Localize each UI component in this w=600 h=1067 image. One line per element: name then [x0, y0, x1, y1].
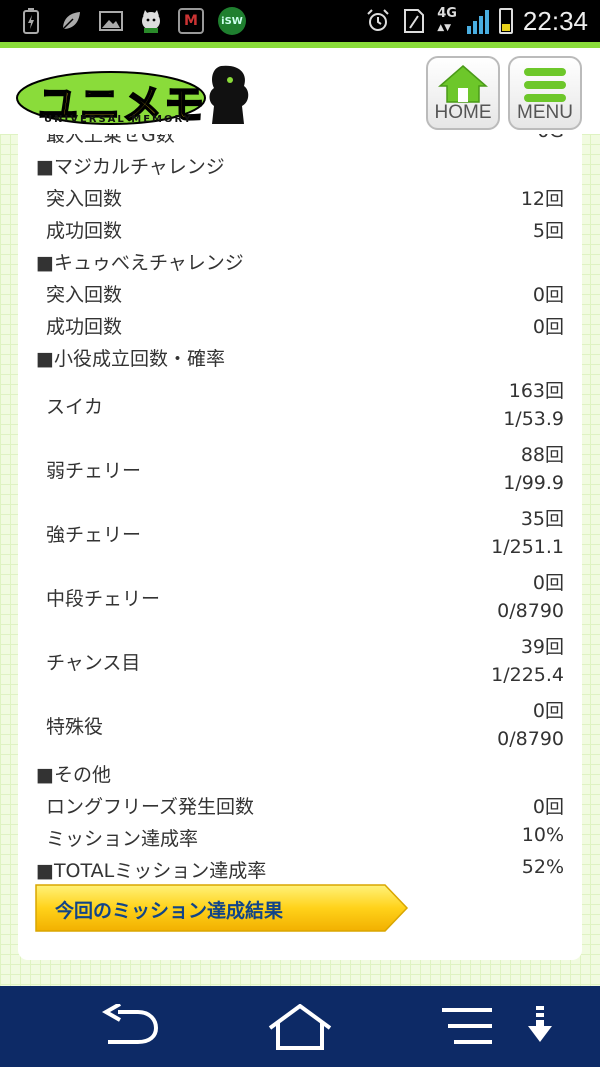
stats-list: 最大上乗せG数 0G ■マジカルチャレンジ 突入回数 12回 成功回数 5回 ■…: [18, 134, 582, 884]
android-nav-bar: [0, 986, 600, 1067]
mission-rate-label: ミッション達成率: [46, 828, 199, 850]
kyubey-entry-value: 0回: [532, 284, 564, 306]
section-header: ■小役成立回数・確率: [18, 340, 582, 372]
leaf-icon: [58, 8, 84, 34]
koyaku-count: 39回: [520, 636, 564, 658]
section-header: ■キュゥべえチャレンジ: [18, 244, 582, 276]
koyaku-label: チャンス目: [46, 652, 141, 674]
koyaku-probability: 1/225.4: [491, 664, 564, 686]
koyaku-probability: 1/251.1: [491, 536, 564, 558]
koyaku-probability: 0/8790: [497, 600, 564, 622]
list-item: 特殊役 0回 0/8790: [18, 692, 582, 756]
section-header: ■その他: [18, 756, 582, 788]
koyaku-probability: 1/53.9: [503, 408, 564, 430]
image-icon: [98, 8, 124, 34]
koyaku-count: 163回: [508, 380, 564, 402]
menu-button[interactable]: MENU: [508, 56, 582, 130]
menu-icon: [524, 68, 566, 102]
list-item: 成功回数 5回: [18, 212, 582, 244]
kyubey-success-value: 0回: [532, 316, 564, 338]
koyaku-count: 35回: [520, 508, 564, 530]
content-area: 最大上乗せG数 0G ■マジカルチャレンジ 突入回数 12回 成功回数 5回 ■…: [0, 134, 600, 986]
list-item: 突入回数 12回: [18, 180, 582, 212]
list-item: ロングフリーズ発生回数 0回: [18, 788, 582, 820]
koyaku-count: 0回: [532, 700, 564, 722]
mcafee-icon: M: [178, 8, 204, 34]
freeze-label: ロングフリーズ発生回数: [46, 796, 255, 818]
other-title: ■その他: [36, 764, 111, 786]
list-item: スイカ 163回 1/53.9: [18, 372, 582, 436]
isw-icon: iSW: [218, 7, 246, 35]
sim-icon: [401, 8, 427, 34]
stats-card: 最大上乗せG数 0G ■マジカルチャレンジ 突入回数 12回 成功回数 5回 ■…: [18, 134, 582, 960]
alarm-icon: [365, 8, 391, 34]
section-header: ■マジカルチャレンジ: [18, 148, 582, 180]
koyaku-label: 中段チェリー: [46, 588, 161, 610]
magical-success-value: 5回: [532, 220, 564, 242]
magical-entry-value: 12回: [520, 188, 564, 210]
battery-charging-icon: [18, 8, 44, 34]
status-bar: M iSW 4G ▲▼ 22:34: [0, 0, 600, 42]
home-icon: [438, 65, 488, 103]
home-label: HOME: [434, 102, 492, 123]
koyaku-probability: 0/8790: [497, 728, 564, 750]
max-bonus-label: 最大上乗せG数: [46, 134, 175, 146]
koyaku-label: スイカ: [46, 396, 104, 418]
list-item: ミッション達成率 10%: [18, 820, 582, 852]
kyubey-entry-label: 突入回数: [46, 284, 123, 306]
battery-icon: [498, 8, 513, 34]
list-item: 成功回数 0回: [18, 308, 582, 340]
home-button[interactable]: HOME: [426, 56, 500, 130]
logo-subtitle: UNIVERSAL MEMORY: [44, 114, 193, 125]
total-mission-value: 52%: [521, 856, 564, 878]
list-item: 強チェリー 35回 1/251.1: [18, 500, 582, 564]
network-type: 4G ▲▼: [437, 6, 457, 33]
unimemo-logo[interactable]: ユニメモ UNIVERSAL MEMORY: [16, 58, 256, 129]
list-item: 突入回数 0回: [18, 276, 582, 308]
kyubey-challenge-title: ■キュゥべえチャレンジ: [36, 252, 244, 274]
koyaku-label: 特殊役: [46, 716, 104, 738]
signal-icon: [466, 8, 489, 34]
total-mission-label: ■TOTALミッション達成率: [36, 860, 267, 882]
back-icon[interactable]: [98, 1004, 162, 1048]
koyaku-title: ■小役成立回数・確率: [36, 348, 225, 370]
home-icon[interactable]: [266, 1004, 334, 1050]
dog-icon: [138, 8, 164, 34]
kyubey-success-label: 成功回数: [46, 316, 123, 338]
download-icon[interactable]: [526, 1004, 554, 1048]
list-item: 中段チェリー 0回 0/8790: [18, 564, 582, 628]
menu-label: MENU: [517, 102, 573, 123]
list-item: ■TOTALミッション達成率 52%: [18, 852, 582, 884]
list-item: 弱チェリー 88回 1/99.9: [18, 436, 582, 500]
koyaku-count: 0回: [532, 572, 564, 594]
clock: 22:34: [522, 5, 588, 36]
koyaku-count: 88回: [520, 444, 564, 466]
mission-result-label: 今回のミッション達成結果: [55, 900, 284, 922]
koyaku-label: 弱チェリー: [46, 460, 142, 482]
magical-challenge-title: ■マジカルチャレンジ: [36, 156, 225, 178]
mission-rate-value: 10%: [521, 824, 564, 846]
magical-success-label: 成功回数: [46, 220, 123, 242]
menu-icon[interactable]: [438, 1004, 496, 1048]
mission-result-button[interactable]: 今回のミッション達成結果: [35, 884, 409, 932]
magical-entry-label: 突入回数: [46, 188, 123, 210]
site-header: ユニメモ UNIVERSAL MEMORY HOME MENU: [0, 42, 600, 134]
koyaku-probability: 1/99.9: [503, 472, 564, 494]
list-item: チャンス目 39回 1/225.4: [18, 628, 582, 692]
list-item: 最大上乗せG数 0G: [18, 134, 582, 148]
max-bonus-value: 0G: [537, 134, 564, 142]
freeze-value: 0回: [532, 796, 564, 818]
koyaku-label: 強チェリー: [46, 524, 142, 546]
